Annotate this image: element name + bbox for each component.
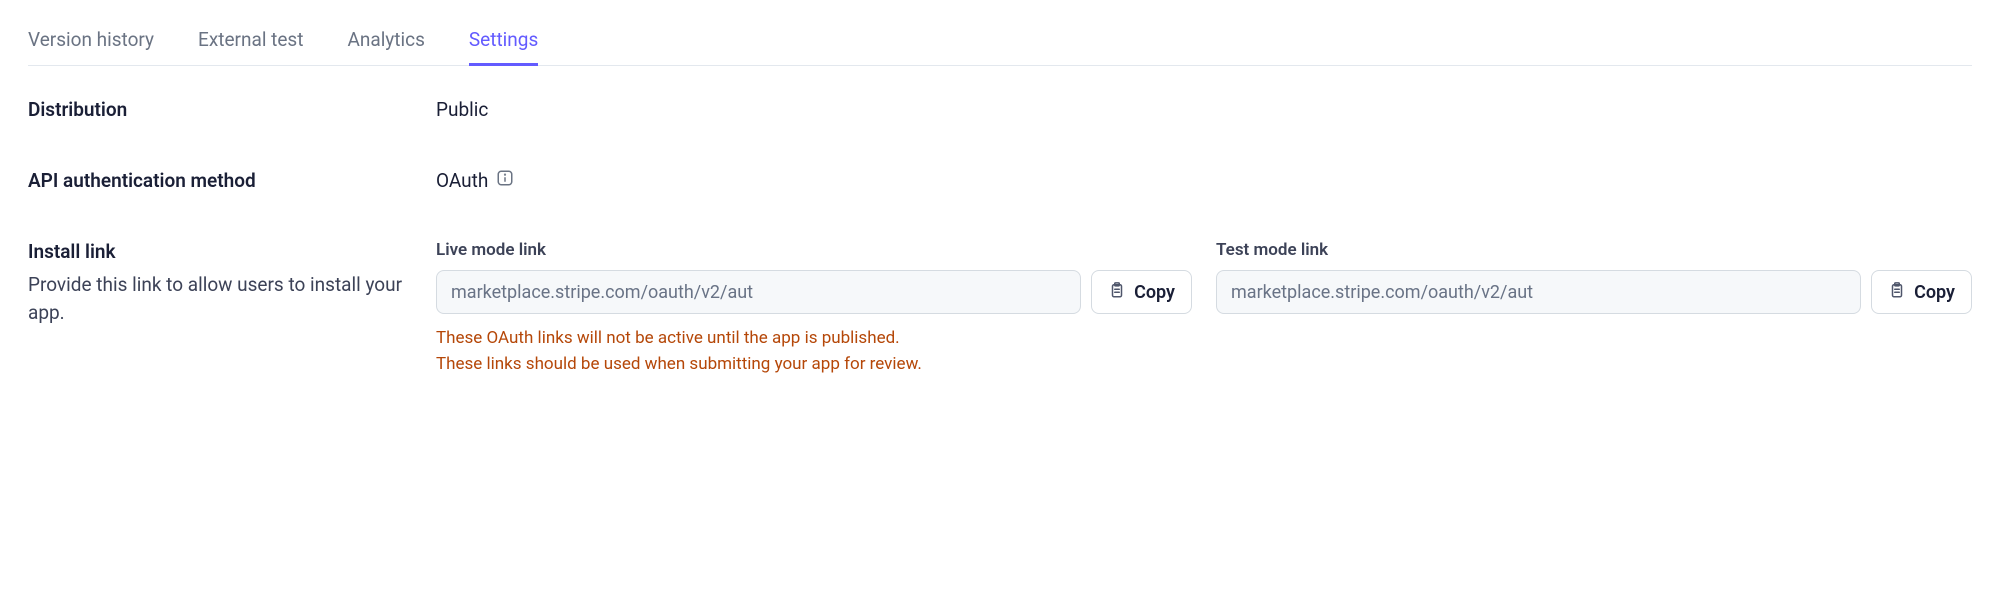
oauth-warning: These OAuth links will not be active unt… — [436, 326, 1972, 377]
distribution-row: Distribution Public — [28, 98, 1972, 121]
test-mode-copy-button[interactable]: Copy — [1871, 270, 1972, 314]
install-link-row: Install link Provide this link to allow … — [28, 240, 1972, 377]
tabs: Version history External test Analytics … — [28, 28, 1972, 66]
distribution-value: Public — [436, 98, 1972, 121]
tab-analytics[interactable]: Analytics — [347, 28, 424, 66]
tab-external-test[interactable]: External test — [198, 28, 303, 66]
live-mode-copy-button[interactable]: Copy — [1091, 270, 1192, 314]
live-mode-link-label: Live mode link — [436, 240, 1192, 260]
test-mode-link-label: Test mode link — [1216, 240, 1972, 260]
copy-button-label: Copy — [1134, 282, 1175, 303]
auth-method-label: API authentication method — [28, 169, 436, 192]
install-link-description: Provide this link to allow users to inst… — [28, 271, 436, 326]
oauth-warning-line-2: These links should be used when submitti… — [436, 352, 1972, 378]
distribution-label: Distribution — [28, 98, 436, 121]
live-mode-link-input[interactable] — [436, 270, 1081, 314]
tab-version-history[interactable]: Version history — [28, 28, 154, 66]
clipboard-icon — [1108, 281, 1126, 304]
auth-method-value-wrapper: OAuth — [436, 169, 1972, 192]
auth-method-row: API authentication method OAuth — [28, 169, 1972, 192]
clipboard-icon — [1888, 281, 1906, 304]
test-mode-link-input[interactable] — [1216, 270, 1861, 314]
oauth-warning-line-1: These OAuth links will not be active unt… — [436, 326, 1972, 352]
tab-settings[interactable]: Settings — [469, 28, 538, 66]
auth-method-value: OAuth — [436, 169, 488, 192]
copy-button-label: Copy — [1914, 282, 1955, 303]
install-link-label: Install link — [28, 240, 436, 263]
live-mode-link-group: Live mode link Copy — [436, 240, 1192, 314]
info-icon[interactable] — [496, 169, 514, 192]
test-mode-link-group: Test mode link Copy — [1216, 240, 1972, 314]
